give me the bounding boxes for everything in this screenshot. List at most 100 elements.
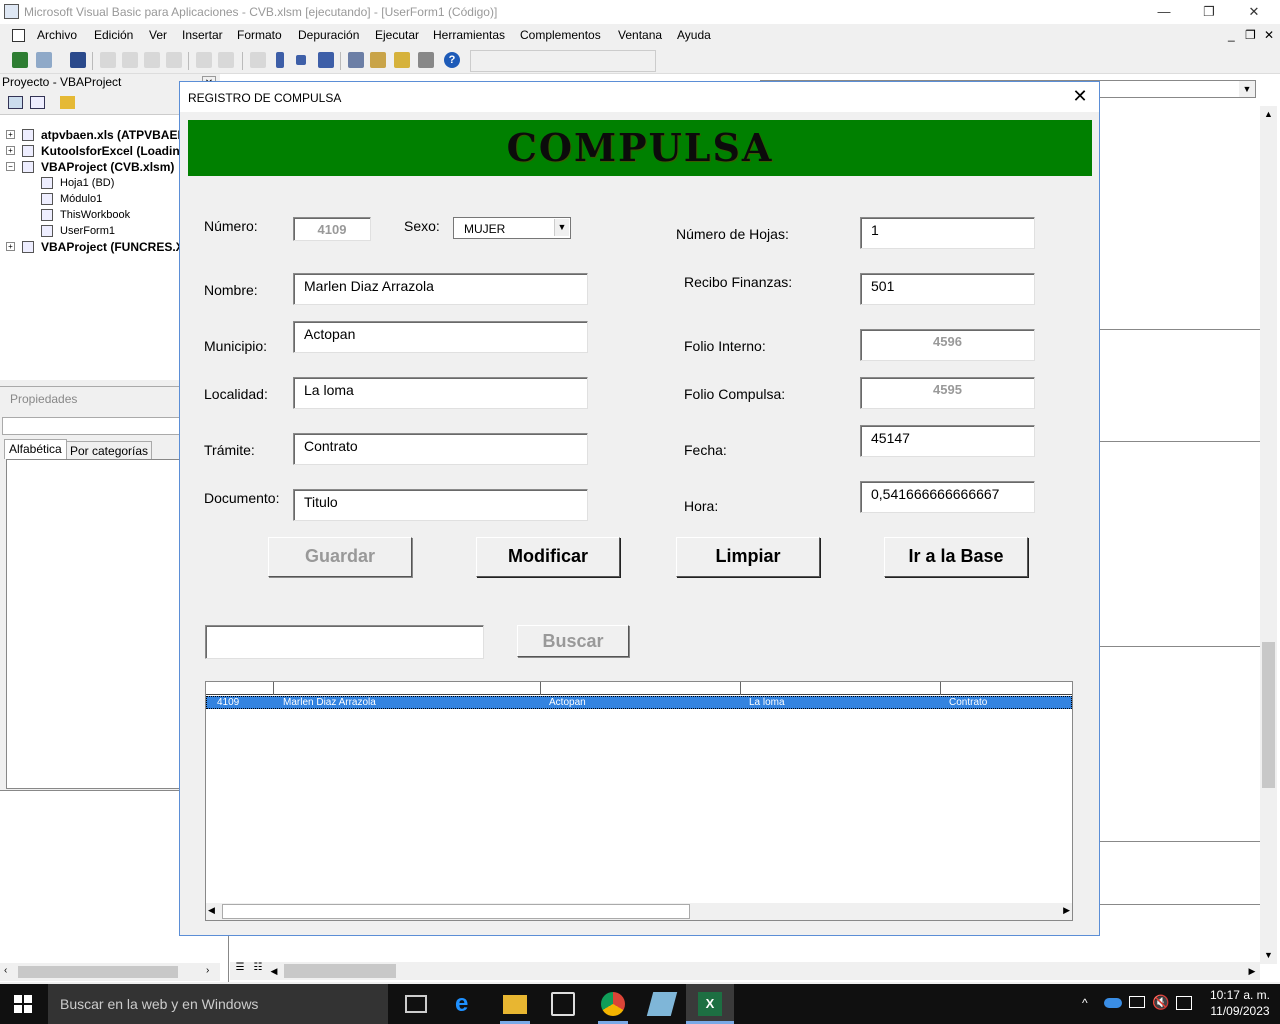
localidad-field[interactable]: La loma [293,377,588,409]
find-icon[interactable] [166,52,182,68]
menu-ejecutar[interactable]: Ejecutar [375,28,419,42]
documento-field[interactable]: Titulo [293,489,588,521]
scroll-thumb[interactable] [284,964,396,978]
scroll-up-icon[interactable]: ▲ [1260,106,1277,123]
limpiar-button[interactable]: Limpiar [676,537,820,577]
tree-item-atpvbaen[interactable]: atpvbaen.xls (ATPVBAEN [41,128,186,142]
notifications-icon[interactable] [1176,996,1192,1010]
edge-icon[interactable]: e [455,992,479,1016]
left-horizontal-scrollbar[interactable]: ‹ › [0,963,220,981]
chrome-icon[interactable] [601,992,625,1016]
view-object-icon[interactable] [30,96,45,109]
pause-icon[interactable] [276,52,284,68]
scroll-right-icon[interactable]: ▶ [1244,962,1260,980]
properties-window-icon[interactable] [370,52,386,68]
menu-formato[interactable]: Formato [237,28,282,42]
toggle-folders-icon[interactable] [60,96,75,109]
municipio-field[interactable]: Actopan [293,321,588,353]
scroll-left-icon[interactable]: ◀ [208,905,215,916]
property-grid[interactable] [6,459,180,789]
scroll-right-icon[interactable]: › [206,965,209,976]
toolbox-icon[interactable] [418,52,434,68]
folio-interno-field[interactable]: 4596 [860,329,1035,361]
modificar-button[interactable]: Modificar [476,537,620,577]
volume-muted-icon[interactable]: 🔇 [1152,994,1169,1011]
scroll-left-icon[interactable]: ‹ [4,965,7,976]
file-explorer-icon[interactable] [503,995,527,1014]
tab-por-categorias[interactable]: Por categorías [66,441,153,461]
scroll-thumb[interactable] [1262,642,1275,788]
project-explorer-icon[interactable] [348,52,364,68]
menu-ver[interactable]: Ver [149,28,167,42]
show-hidden-icons-icon[interactable]: ^ [1082,996,1088,1010]
save-icon[interactable] [70,52,86,68]
code-horizontal-scrollbar[interactable]: ◀ ▶ [266,962,1260,980]
expand-icon[interactable]: + [6,130,15,139]
scroll-thumb[interactable] [222,904,690,919]
task-view-icon[interactable] [405,995,427,1013]
close-button[interactable]: ✕ [1242,2,1266,22]
recibo-field[interactable]: 501 [860,273,1035,305]
scroll-right-icon[interactable]: ▶ [1063,905,1070,916]
expand-icon[interactable]: + [6,146,15,155]
nombre-field[interactable]: Marlen Diaz Arrazola [293,273,588,305]
restore-button[interactable]: ❐ [1197,2,1221,22]
paste-icon[interactable] [144,52,160,68]
sexo-combobox[interactable]: MUJER ▼ [453,217,571,239]
copy-icon[interactable] [122,52,138,68]
network-icon[interactable] [1129,996,1145,1008]
help-icon[interactable]: ? [444,52,460,68]
chevron-down-icon[interactable]: ▼ [554,219,569,236]
run-icon[interactable] [250,52,266,68]
expand-icon[interactable]: + [6,242,15,251]
code-vertical-scrollbar[interactable]: ▲ ▼ [1260,106,1277,964]
menu-complementos[interactable]: Complementos [520,28,601,42]
guardar-button[interactable]: Guardar [268,537,412,577]
folio-compulsa-field[interactable]: 4595 [860,377,1035,409]
mdi-restore-icon[interactable]: ❐ [1245,28,1256,42]
tree-item-funcres[interactable]: VBAProject (FUNCRES.XL [41,240,191,254]
taskbar-search-box[interactable]: Buscar en la web y en Windows [48,984,388,1024]
notepad-icon[interactable] [646,992,678,1016]
numero-field[interactable]: 4109 [293,217,371,241]
tab-alfabetica[interactable]: Alfabética [4,439,67,459]
ir-base-button[interactable]: Ir a la Base [884,537,1028,577]
insert-userform-icon[interactable] [36,52,52,68]
tree-item-modulo1[interactable]: Módulo1 [60,193,102,205]
num-hojas-field[interactable]: 1 [860,217,1035,249]
redo-icon[interactable] [218,52,234,68]
excel-view-icon[interactable] [12,52,28,68]
store-icon[interactable] [551,992,575,1016]
mdi-minimize-icon[interactable]: _ [1228,28,1235,42]
scroll-down-icon[interactable]: ▼ [1260,947,1277,964]
listbox-horizontal-scrollbar[interactable]: ◀ ▶ [206,903,1072,920]
onedrive-icon[interactable] [1104,998,1122,1008]
windows-start-icon[interactable] [14,995,32,1013]
chevron-down-icon[interactable]: ▼ [1239,81,1255,97]
menu-ventana[interactable]: Ventana [618,28,662,42]
collapse-icon[interactable]: − [6,162,15,171]
fecha-field[interactable]: 45147 [860,425,1035,457]
full-module-view-icon[interactable]: ☷ [250,962,266,980]
menu-herramientas[interactable]: Herramientas [433,28,505,42]
records-listbox[interactable]: 4109 Marlen Diaz Arrazola Actopan La lom… [205,681,1073,921]
menu-archivo[interactable]: Archivo [37,28,77,42]
menu-ayuda[interactable]: Ayuda [677,28,711,42]
search-input[interactable] [205,625,484,659]
object-dropdown[interactable] [2,417,180,435]
tree-item-thisworkbook[interactable]: ThisWorkbook [60,209,130,221]
procedure-view-icon[interactable]: ☰ [230,962,250,980]
excel-taskbar-button[interactable]: X [686,984,734,1024]
design-mode-icon[interactable] [318,52,334,68]
tree-item-cvb[interactable]: VBAProject (CVB.xlsm) [41,160,174,174]
menu-insertar[interactable]: Insertar [182,28,223,42]
list-item[interactable]: 4109 Marlen Diaz Arrazola Actopan La lom… [206,696,1072,709]
object-browser-icon[interactable] [394,52,410,68]
scroll-thumb[interactable] [18,966,178,978]
menu-depuracion[interactable]: Depuración [298,28,359,42]
hora-field[interactable]: 0,541666666666667 [860,481,1035,513]
scroll-left-icon[interactable]: ◀ [266,962,282,980]
reset-icon[interactable] [296,55,306,65]
tree-item-kutools[interactable]: KutoolsforExcel (Loading [41,144,187,158]
tree-item-userform1[interactable]: UserForm1 [60,225,115,237]
